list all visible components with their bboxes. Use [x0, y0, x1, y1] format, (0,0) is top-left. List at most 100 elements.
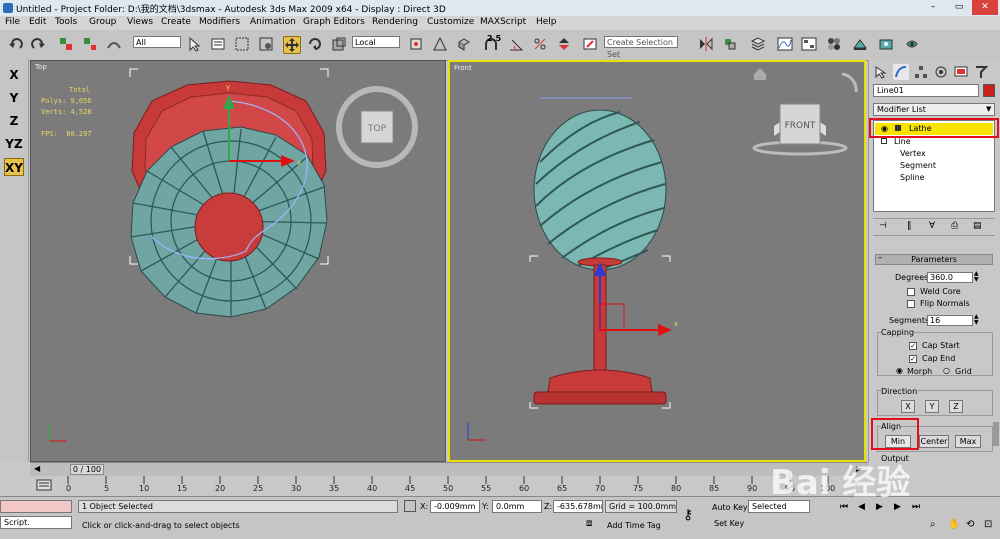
minimize-button[interactable]: – [920, 0, 946, 15]
y-coordinate-input[interactable]: 0.0mm [492, 500, 542, 513]
pan-icon[interactable]: ✋ [948, 519, 960, 530]
close-button[interactable]: ✕ [972, 0, 998, 15]
stack-item-segment[interactable]: Segment [900, 161, 936, 170]
menu-views[interactable]: Views [127, 17, 153, 27]
curve-editor-icon[interactable] [777, 36, 793, 52]
align-center-button[interactable]: Center [919, 435, 949, 448]
z-coordinate-input[interactable]: -635.678mm [553, 500, 603, 513]
select-and-rotate-icon[interactable] [307, 36, 323, 52]
percent-snap-icon[interactable] [532, 36, 548, 52]
select-object-icon[interactable] [186, 36, 202, 52]
unlink-icon[interactable] [82, 36, 98, 52]
top-viewport[interactable]: Top Total Polys: 9,056 Verts: 4,528 FPS:… [30, 60, 446, 462]
mini-curve-editor-icon[interactable] [36, 478, 52, 492]
material-editor-icon[interactable] [826, 36, 842, 52]
select-and-scale-icon[interactable] [331, 36, 347, 52]
track-bar[interactable]: 0 5 10 15 20 25 30 35 40 45 50 55 60 65 … [30, 476, 868, 496]
selection-filter-dropdown[interactable]: All [133, 36, 181, 48]
motion-tab-icon[interactable] [933, 64, 949, 80]
degrees-input[interactable]: 360.0 [927, 272, 973, 283]
home-icon[interactable] [754, 68, 766, 80]
parameters-rollup-header[interactable]: Parameters [875, 254, 993, 265]
bind-space-warp-icon[interactable] [106, 36, 122, 52]
direction-y-button[interactable]: Y [925, 400, 939, 413]
stack-item-spline[interactable]: Spline [900, 173, 925, 182]
modify-tab-icon[interactable] [893, 64, 909, 80]
front-viewport[interactable]: Front x FRONT [448, 60, 866, 462]
degrees-spinner[interactable]: ▲ ▼ [974, 271, 979, 283]
quick-render-icon[interactable] [904, 36, 920, 52]
named-selection-set-input[interactable]: Create Selection Set [604, 36, 678, 59]
angle-snap-icon[interactable] [508, 36, 524, 52]
menu-rendering[interactable]: Rendering [372, 17, 418, 27]
x-coordinate-input[interactable]: -0.009mm [430, 500, 480, 513]
direction-z-button[interactable]: Z [949, 400, 963, 413]
window-crossing-icon[interactable] [258, 36, 274, 52]
menu-create[interactable]: Create [161, 17, 191, 27]
rectangular-selection-icon[interactable] [234, 36, 250, 52]
grid-radio[interactable]: ○ [943, 366, 950, 375]
axis-yz-button[interactable]: YZ [4, 135, 24, 153]
remove-modifier-icon[interactable]: ⎙ [951, 221, 958, 231]
display-tab-icon[interactable] [953, 64, 969, 80]
weld-core-checkbox[interactable] [907, 288, 915, 296]
make-unique-icon[interactable]: ∀ [929, 221, 935, 231]
segments-input[interactable]: 16 [927, 315, 973, 326]
menu-graph-editors[interactable]: Graph Editors [303, 17, 365, 27]
zoom-icon[interactable]: ⌕ [930, 519, 936, 530]
mirror-icon[interactable] [698, 36, 714, 52]
layer-manager-icon[interactable] [750, 36, 766, 52]
flip-normals-checkbox[interactable] [907, 300, 915, 308]
collapse-rollup-icon[interactable]: – [878, 253, 883, 263]
transform-type-in-icon[interactable] [404, 500, 416, 512]
maximize-button[interactable]: ▭ [946, 0, 972, 15]
maxscript-listener-pink[interactable] [0, 500, 72, 513]
align-icon[interactable] [722, 36, 738, 52]
menu-tools[interactable]: Tools [55, 17, 77, 27]
auto-key-button[interactable]: Auto Key [712, 503, 748, 512]
axis-xy-button[interactable]: XY [4, 158, 24, 176]
rendered-frame-window-icon[interactable] [878, 36, 894, 52]
maximize-viewport-icon[interactable]: ⊡ [984, 519, 992, 530]
time-slider[interactable]: 0 / 100 ◀ ▶ [30, 462, 868, 477]
collapse-icon[interactable] [881, 138, 887, 144]
keyboard-shortcut-icon[interactable] [456, 36, 472, 52]
segments-spinner[interactable]: ▲ ▼ [974, 314, 979, 326]
menu-edit[interactable]: Edit [29, 17, 46, 27]
go-to-end-icon[interactable]: ⏭ [912, 502, 920, 512]
pin-stack-icon[interactable]: ⊣ [879, 221, 887, 231]
prev-frame-icon[interactable]: ◀ [34, 464, 40, 473]
object-name-field[interactable]: Line01 [873, 84, 979, 97]
edit-named-selection-icon[interactable] [582, 36, 598, 52]
pivot-center-icon[interactable] [408, 36, 424, 52]
morph-radio[interactable]: ◉ [896, 366, 903, 375]
viewcube[interactable]: FRONT [750, 92, 850, 162]
utilities-tab-icon[interactable] [973, 64, 989, 80]
menu-file[interactable]: File [5, 17, 20, 27]
cap-start-checkbox[interactable]: ✓ [909, 342, 917, 350]
select-and-move-icon[interactable] [283, 36, 301, 54]
spinner-snap-icon[interactable] [556, 36, 572, 52]
key-icon[interactable]: ⚷ [683, 507, 693, 523]
panel-scrollbar[interactable] [993, 422, 999, 446]
stack-item-vertex[interactable]: Vertex [900, 149, 926, 158]
reference-coordinate-dropdown[interactable]: Local [352, 36, 400, 48]
menu-modifiers[interactable]: Modifiers [199, 17, 240, 27]
app-icon[interactable] [3, 3, 13, 13]
configure-sets-icon[interactable]: ▤ [973, 221, 982, 231]
time-tag-icon[interactable]: ⧈ [586, 518, 592, 529]
cap-end-checkbox[interactable]: ✓ [909, 355, 917, 363]
menu-animation[interactable]: Animation [250, 17, 296, 27]
select-by-name-icon[interactable] [210, 36, 226, 52]
select-and-manipulate-icon[interactable] [432, 36, 448, 52]
axis-y-button[interactable]: Y [4, 89, 24, 107]
stack-item-line[interactable]: Line [894, 137, 911, 146]
show-end-result-icon[interactable]: ‖ [907, 221, 912, 231]
menu-customize[interactable]: Customize [427, 17, 474, 27]
hierarchy-tab-icon[interactable] [913, 64, 929, 80]
set-key-button[interactable]: Set Key [714, 519, 744, 528]
schematic-view-icon[interactable] [801, 36, 817, 52]
orbit-icon[interactable]: ⟲ [966, 519, 974, 530]
maxscript-mini-listener[interactable]: Script. [0, 516, 72, 529]
direction-x-button[interactable]: X [901, 400, 915, 413]
